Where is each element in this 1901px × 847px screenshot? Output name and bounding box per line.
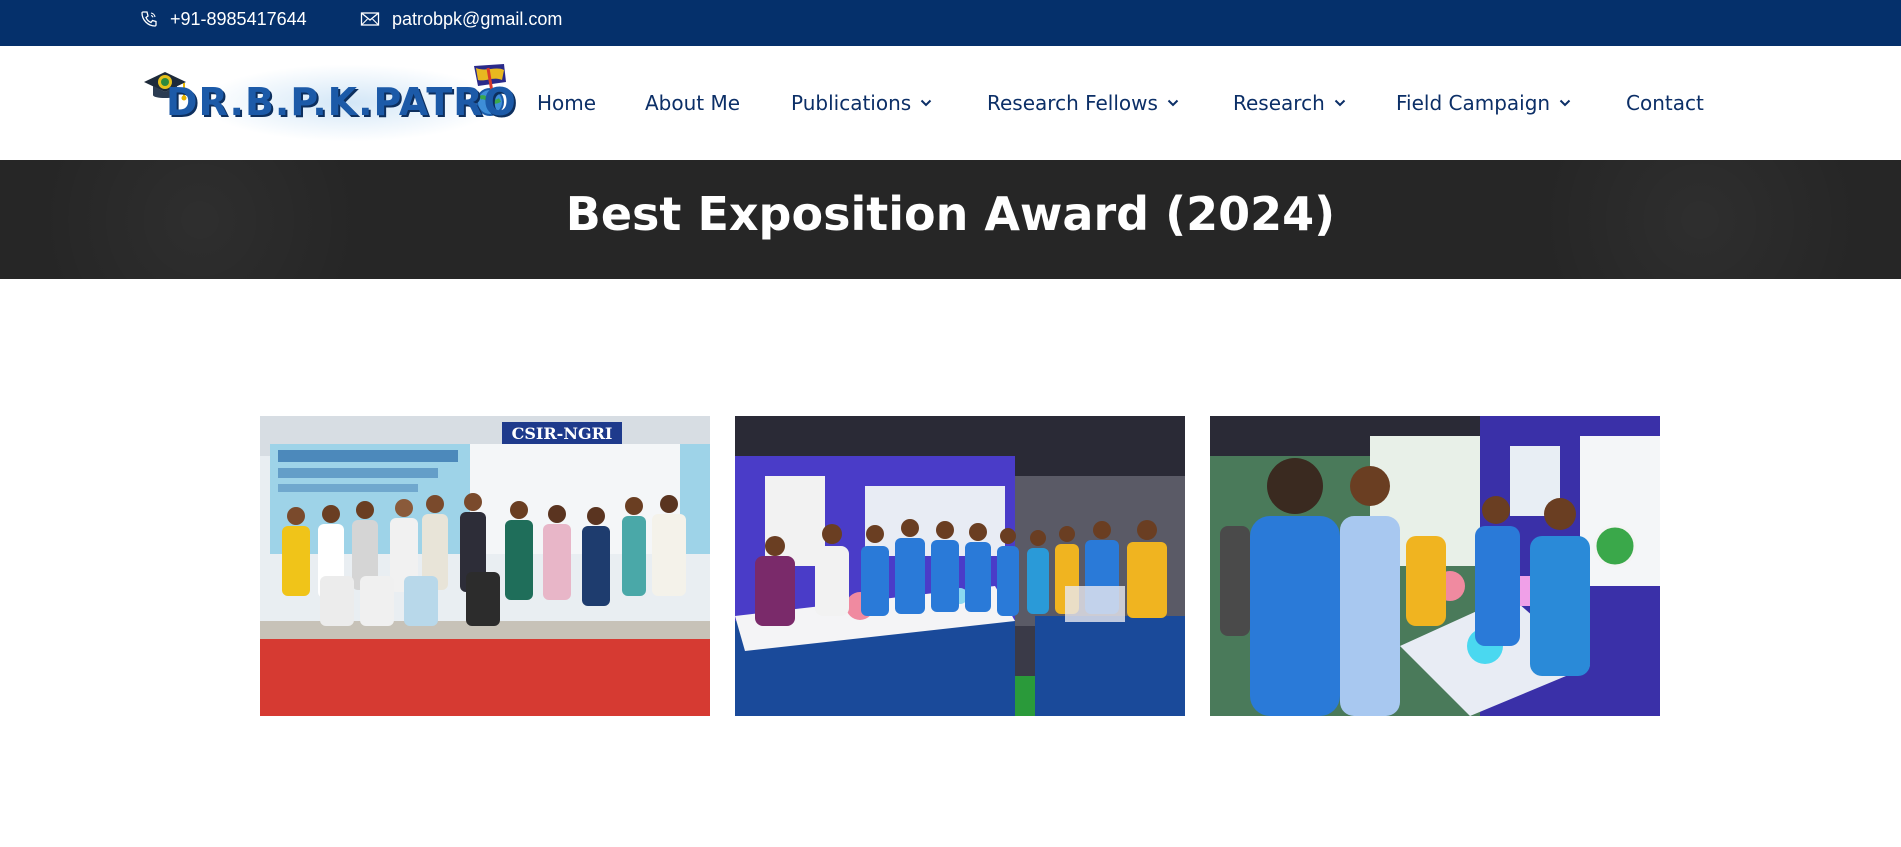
email-address[interactable]: patrobpk@gmail.com xyxy=(392,9,562,30)
nav-label-contact[interactable]: Contact xyxy=(1626,91,1704,115)
nav-item-field-campaign[interactable]: Field Campaign xyxy=(1396,46,1571,160)
top-contact-bar: +91-8985417644 patrobpk@gmail.com xyxy=(0,0,1901,46)
nav-label-field-campaign[interactable]: Field Campaign xyxy=(1396,91,1550,115)
phone-contact[interactable]: +91-8985417644 xyxy=(140,0,307,38)
email-contact[interactable]: patrobpk@gmail.com xyxy=(360,0,562,38)
page-title-banner: Best Exposition Award (2024) xyxy=(0,160,1901,279)
gallery-photo-exhibit-stall[interactable] xyxy=(735,416,1185,716)
photo-exhibit-stall xyxy=(735,416,1185,716)
photo-demonstration xyxy=(1210,416,1660,716)
phone-number[interactable]: +91-8985417644 xyxy=(170,9,307,30)
chevron-down-icon xyxy=(1167,99,1179,107)
nav-item-research[interactable]: Research xyxy=(1233,46,1346,160)
nav-item-contact[interactable]: Contact xyxy=(1626,46,1704,160)
nav-label-research[interactable]: Research xyxy=(1233,91,1325,115)
nav-item-home[interactable]: Home xyxy=(537,46,596,160)
nav-label-publications[interactable]: Publications xyxy=(791,91,911,115)
nav-label-about-me[interactable]: About Me xyxy=(645,91,740,115)
photo-banner-text: CSIR-NGRI xyxy=(512,424,613,443)
nav-label-home[interactable]: Home xyxy=(537,91,596,115)
mail-icon xyxy=(360,12,380,26)
chevron-down-icon xyxy=(1559,99,1571,107)
chevron-down-icon xyxy=(920,99,932,107)
nav-item-publications[interactable]: Publications xyxy=(791,46,932,160)
photo-award-ceremony: CSIR-NGRI xyxy=(260,416,710,716)
gallery-photo-group-award[interactable]: CSIR-NGRI xyxy=(260,416,710,716)
nav-label-research-fellows[interactable]: Research Fellows xyxy=(987,91,1158,115)
phone-icon xyxy=(141,11,157,27)
gallery-photo-demonstration[interactable] xyxy=(1210,416,1660,716)
site-header: DR.B.P.K.PATRO Home About Me Publication… xyxy=(0,46,1901,160)
chevron-down-icon xyxy=(1334,99,1345,107)
page-title: Best Exposition Award (2024) xyxy=(565,187,1336,241)
nav-item-research-fellows[interactable]: Research Fellows xyxy=(987,46,1179,160)
nav-item-about-me[interactable]: About Me xyxy=(645,46,740,160)
main-navigation: Home About Me Publications Research Fell… xyxy=(0,46,1901,160)
